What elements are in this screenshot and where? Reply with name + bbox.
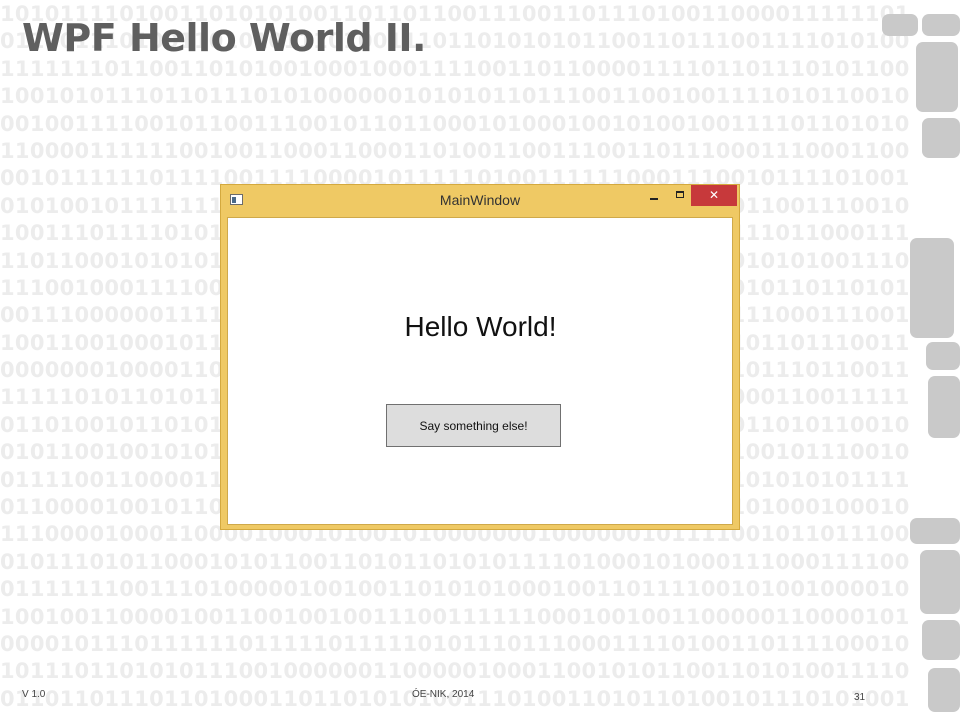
main-window: MainWindow ✕ Hello World! Say something …	[220, 184, 740, 530]
footer-version: V 1.0	[22, 689, 46, 700]
decorative-tile	[922, 14, 960, 36]
hello-label: Hello World!	[404, 311, 557, 342]
say-something-else-button[interactable]: Say something else!	[386, 404, 561, 447]
minimize-icon	[650, 198, 658, 200]
decorative-tile	[882, 14, 918, 36]
page-number: 31	[854, 692, 866, 703]
minimize-button[interactable]	[641, 185, 667, 207]
decorative-tile	[922, 118, 960, 158]
decorative-tile	[916, 42, 958, 112]
close-icon: ✕	[708, 188, 720, 202]
slide-title: WPF Hello World II.	[22, 16, 427, 60]
decorative-tile	[928, 376, 960, 438]
decorative-tiles	[870, 0, 960, 720]
window-client-area: Hello World! Say something else!	[227, 217, 733, 525]
decorative-tile	[910, 518, 960, 544]
decorative-tile	[922, 620, 960, 660]
footer-organization: ÓE-NIK, 2014	[412, 689, 475, 700]
decorative-tile	[920, 550, 960, 614]
maximize-button[interactable]	[667, 185, 693, 207]
decorative-tile	[928, 668, 960, 712]
window-titlebar[interactable]: MainWindow ✕	[221, 185, 739, 215]
close-button[interactable]: ✕	[691, 185, 737, 206]
decorative-tile	[910, 238, 954, 338]
decorative-tile	[926, 342, 960, 370]
maximize-icon	[676, 191, 684, 198]
